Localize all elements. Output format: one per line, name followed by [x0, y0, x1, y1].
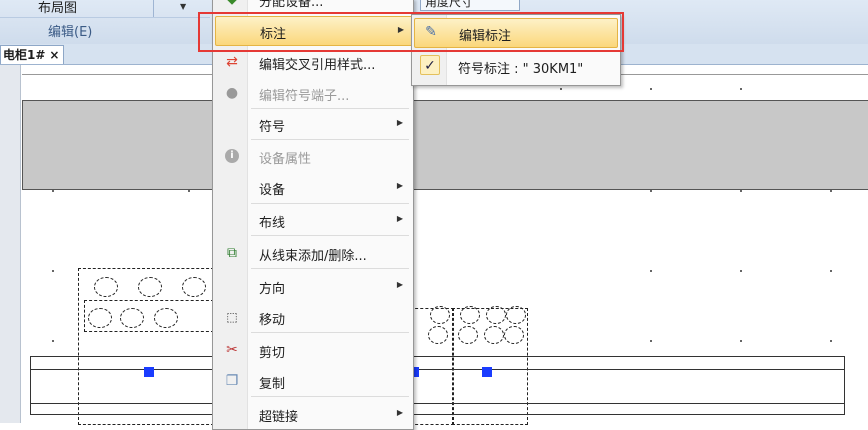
document-tab-label: 电柜1#: [3, 48, 46, 62]
layout-button[interactable]: 布局图: [38, 0, 77, 16]
context-menu: ◆ 分配设备... 标注 ▶ ⇄ 编辑交叉引用样式... ● 编辑符号端子...…: [212, 0, 414, 430]
menu-item-label: 方向: [259, 282, 286, 297]
terminal-circle: [120, 308, 144, 328]
din-rail-end: [844, 356, 845, 414]
din-rail-line: [30, 403, 845, 404]
terminal-circle: [506, 306, 526, 324]
menu-item-label: 编辑符号端子...: [259, 89, 350, 104]
menu-item-label: 超链接: [259, 410, 299, 425]
chevron-down-icon[interactable]: ▼: [180, 2, 186, 11]
terminal-circle: [138, 277, 162, 297]
grid-dot: [740, 190, 742, 192]
din-rail-line: [30, 414, 845, 415]
menu-item-direction[interactable]: 方向 ▶: [215, 272, 411, 300]
menu-item-label: 从线束添加/删除...: [259, 249, 367, 264]
menu-item-label: 布线: [259, 216, 286, 231]
menu-item-label: 符号: [259, 120, 286, 135]
submenu-arrow-icon: ▶: [396, 181, 403, 190]
grid-dot: [740, 340, 742, 342]
grid-dot: [52, 190, 54, 192]
menu-item-device[interactable]: 设备 ▶: [215, 173, 411, 201]
menu-separator: [251, 108, 409, 109]
grid-dot: [830, 340, 832, 342]
menu-item-device-properties[interactable]: i 设备属性: [215, 142, 411, 170]
grid-dot: [188, 190, 190, 192]
menu-item-edit-cross-ref-style[interactable]: ⇄ 编辑交叉引用样式...: [215, 48, 411, 76]
terminal-circle: [182, 277, 206, 297]
grid-dot: [650, 88, 652, 90]
grid-dot: [560, 88, 562, 90]
angle-dimension-button[interactable]: 角度尺寸: [420, 0, 520, 11]
terminal-circle: [428, 326, 448, 344]
terminal-circle: [504, 326, 524, 344]
sphere-icon: ●: [225, 85, 239, 101]
menu-separator: [251, 139, 409, 140]
cross-ref-icon: ⇄: [226, 54, 238, 70]
din-rail-end: [30, 356, 31, 414]
device-icon: ◆: [223, 0, 241, 8]
grid-dot: [650, 340, 652, 342]
check-icon: ✓: [420, 55, 440, 75]
submenu-item-label: 符号标注 : " 30KM1": [458, 62, 584, 77]
terminal-circle: [458, 326, 478, 344]
menu-item-wiring[interactable]: 布线 ▶: [215, 206, 411, 234]
terminal-marker[interactable]: [482, 367, 492, 377]
menu-item-cut[interactable]: ✂ 剪切: [215, 336, 411, 364]
terminal-circle: [460, 306, 480, 324]
menu-item-move[interactable]: ⬚ 移动: [215, 303, 411, 331]
scissors-icon: ✂: [226, 342, 238, 358]
angle-dimension-label: 角度尺寸: [425, 0, 474, 9]
terminal-circle: [88, 308, 112, 328]
menu-item-label: 复制: [259, 377, 286, 392]
terminal-circle: [484, 326, 504, 344]
close-icon[interactable]: ×: [49, 48, 59, 62]
submenu-arrow-icon: ▶: [396, 118, 403, 127]
terminal-circle: [486, 306, 506, 324]
ribbon-vertical-separator: [153, 0, 154, 17]
canvas-ruler: [0, 65, 21, 423]
terminal-circle: [154, 308, 178, 328]
submenu-item-symbol-annotation[interactable]: ✓ 符号标注 : " 30KM1": [414, 52, 616, 80]
menu-item-label: 编辑交叉引用样式...: [259, 58, 376, 73]
menu-item-edit-symbol-terminal[interactable]: ● 编辑符号端子...: [215, 79, 411, 107]
grid-dot: [52, 270, 54, 272]
cabinet-rail[interactable]: [22, 100, 868, 190]
grid-dot: [740, 88, 742, 90]
menu-item-hyperlink[interactable]: 超链接 ▶: [215, 400, 411, 428]
copy-icon: ❐: [225, 373, 239, 389]
harness-icon: ⧉: [227, 245, 237, 261]
submenu-arrow-icon: ▶: [396, 280, 403, 289]
submenu-arrow-icon: ▶: [396, 214, 403, 223]
menu-item-label: 设备属性: [259, 152, 312, 167]
menu-separator: [251, 268, 409, 269]
grid-dot: [650, 190, 652, 192]
din-rail-line: [30, 356, 845, 357]
terminal-circle: [430, 306, 450, 324]
highlight-frame: [198, 12, 624, 52]
menu-separator: [251, 332, 409, 333]
grid-dot: [650, 270, 652, 272]
menu-item-symbol[interactable]: 符号 ▶: [215, 110, 411, 138]
document-tab[interactable]: 电柜1# ×: [0, 45, 65, 64]
menu-item-copy[interactable]: ❐ 复制: [215, 367, 411, 395]
info-icon: i: [225, 149, 239, 163]
terminal-circle: [94, 277, 118, 297]
grid-dot: [740, 270, 742, 272]
menu-item-label: 移动: [259, 313, 286, 328]
menu-item-label: 剪切: [259, 346, 286, 361]
menu-separator: [251, 203, 409, 204]
menu-item-label: 分配设备...: [259, 0, 324, 10]
submenu-arrow-icon: ▶: [396, 408, 403, 417]
menu-separator: [251, 396, 409, 397]
menu-item-label: 设备: [259, 183, 286, 198]
grid-dot: [830, 190, 832, 192]
menu-item-harness-add-remove[interactable]: ⧉ 从线束添加/删除...: [215, 239, 411, 267]
menu-separator: [251, 235, 409, 236]
grid-dot: [52, 340, 54, 342]
grid-dot: [830, 270, 832, 272]
move-icon: ⬚: [226, 310, 238, 324]
ribbon-group-edit: 编辑(E): [48, 25, 93, 40]
terminal-marker[interactable]: [144, 367, 154, 377]
ribbon-separator: [0, 17, 210, 18]
